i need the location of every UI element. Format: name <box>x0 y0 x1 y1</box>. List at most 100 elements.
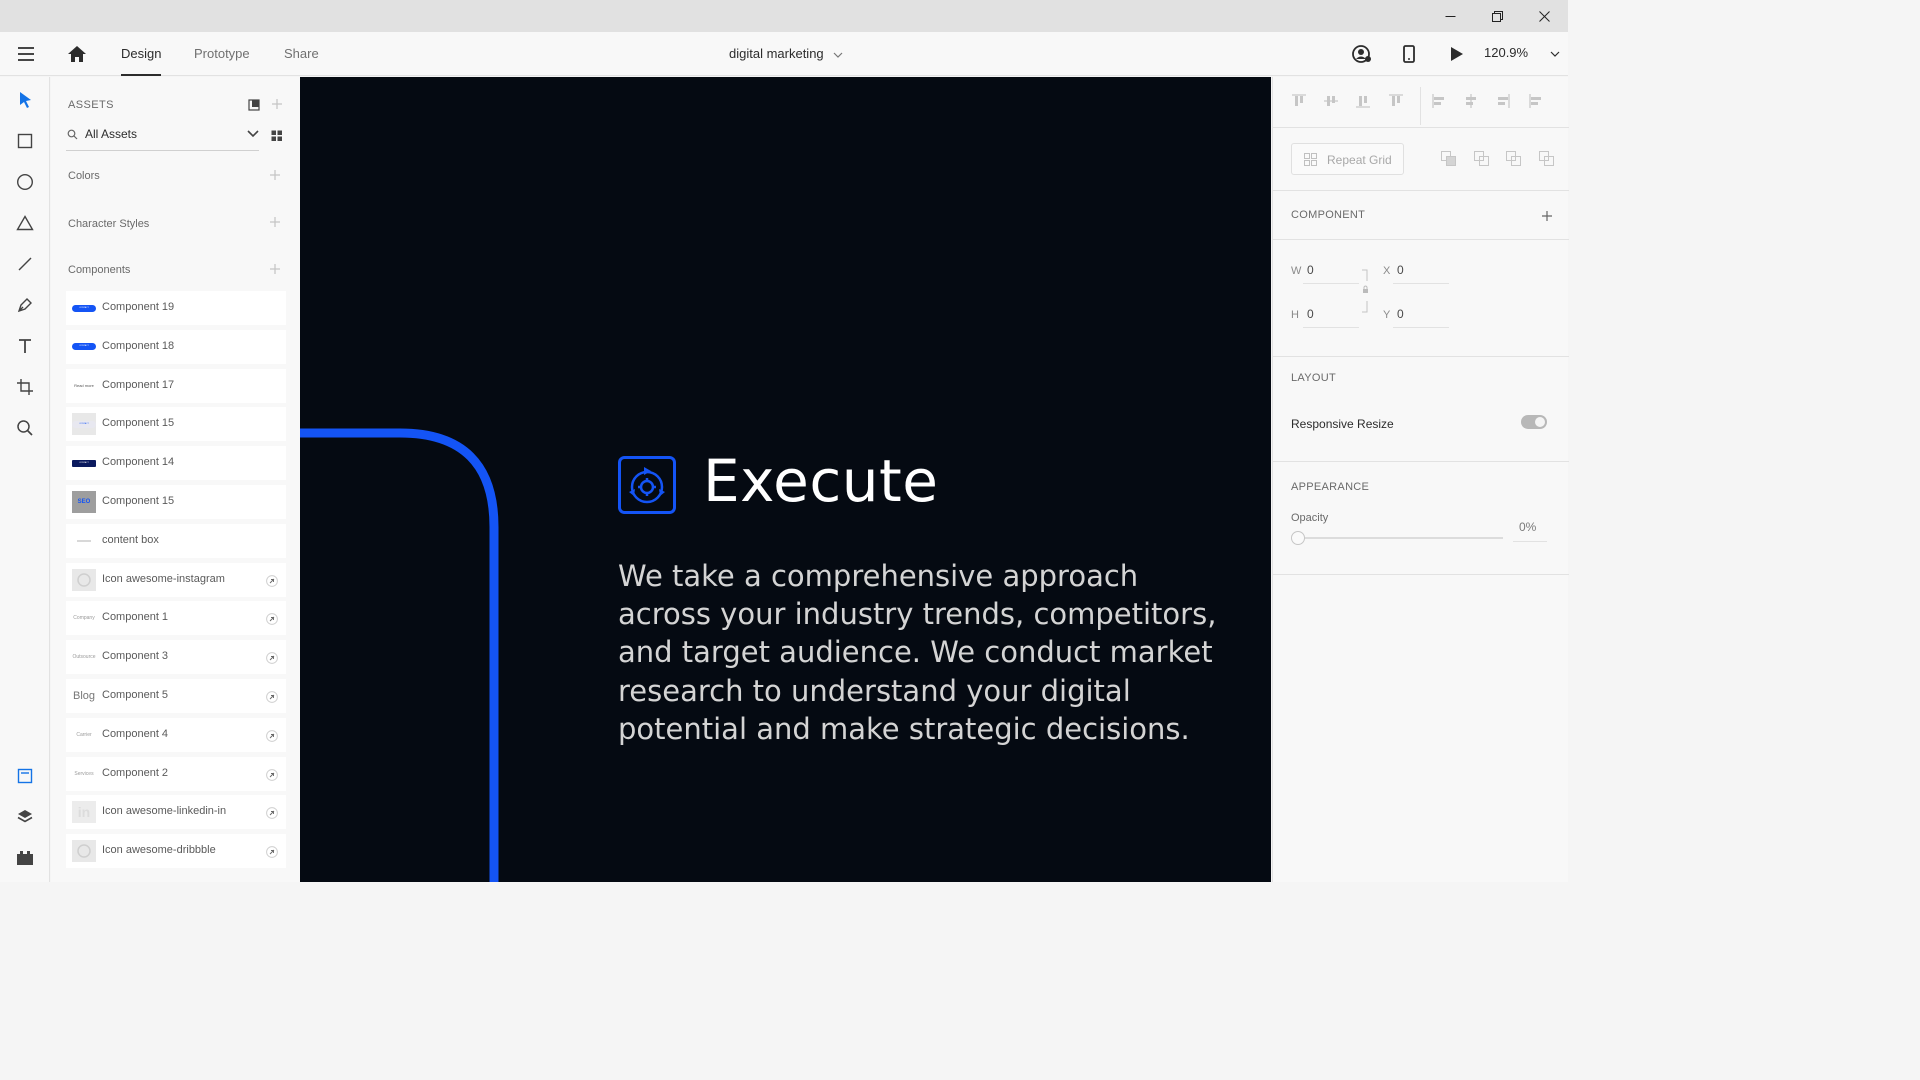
component-list-item[interactable]: CONTACT Component 18 <box>66 329 286 364</box>
artboard-tool[interactable] <box>12 374 38 400</box>
component-label: Component 2 <box>102 766 169 779</box>
intersect-shapes-button[interactable] <box>1506 151 1521 166</box>
add-asset-button[interactable] <box>271 98 283 110</box>
align-middle-button[interactable] <box>1323 93 1339 109</box>
home-icon <box>68 46 86 62</box>
component-list-item[interactable]: Icon awesome-instagram <box>66 562 286 597</box>
tab-design[interactable]: Design <box>121 32 162 76</box>
distribute-horizontal-button[interactable] <box>1528 93 1544 109</box>
height-field[interactable]: 0 <box>1307 307 1314 321</box>
component-list-item[interactable]: content box <box>66 523 286 558</box>
add-component-button[interactable] <box>269 263 281 275</box>
pointer-icon <box>20 92 31 108</box>
share-user-button[interactable] <box>1351 43 1373 65</box>
subtract-shapes-button[interactable] <box>1474 151 1489 166</box>
restore-button[interactable] <box>1474 0 1520 32</box>
document-title-dropdown[interactable]: digital marketing <box>729 46 843 61</box>
grid-view-toggle[interactable] <box>271 129 283 141</box>
lock-aspect-toggle[interactable] <box>1361 269 1369 313</box>
component-thumbnail <box>72 840 96 863</box>
rectangle-tool[interactable] <box>12 128 38 154</box>
component-list-item[interactable]: Read more Component 17 <box>66 368 286 403</box>
asset-filter-dropdown[interactable]: All Assets <box>66 123 259 151</box>
hamburger-menu-button[interactable] <box>16 45 36 63</box>
execute-heading: Execute <box>703 447 939 515</box>
plus-icon <box>270 170 280 180</box>
link-icon[interactable] <box>266 806 278 820</box>
toggle-knob <box>1535 417 1545 427</box>
ellipse-tool[interactable] <box>12 169 38 195</box>
layers-panel-button[interactable] <box>12 804 38 830</box>
width-label: W <box>1291 265 1302 277</box>
slider-thumb[interactable] <box>1291 531 1305 545</box>
minimize-button[interactable] <box>1427 0 1473 32</box>
align-divider <box>1420 87 1421 125</box>
pen-tool[interactable] <box>12 292 38 318</box>
divider <box>1273 190 1569 191</box>
link-icon[interactable] <box>266 845 278 859</box>
repeat-grid-icon <box>1304 153 1317 166</box>
repeat-grid-button[interactable]: Repeat Grid <box>1291 143 1404 175</box>
align-top-button[interactable] <box>1291 93 1307 109</box>
add-character-style-button[interactable] <box>269 216 281 228</box>
artboard-canvas[interactable]: Execute We take a comprehensive approach… <box>300 77 1271 882</box>
device-preview-button[interactable] <box>1400 43 1418 65</box>
link-icon[interactable] <box>266 768 278 781</box>
component-list-item[interactable]: CONTACT Component 14 <box>66 446 286 481</box>
assets-panel-button[interactable] <box>12 763 38 789</box>
component-label: Component 3 <box>102 650 169 663</box>
select-tool[interactable] <box>12 87 38 113</box>
zoom-tool[interactable] <box>12 415 38 441</box>
component-thumbnail: Services <box>72 763 96 785</box>
component-list-item[interactable]: SEO Component 15 <box>66 485 286 519</box>
tab-prototype[interactable]: Prototype <box>194 32 250 76</box>
component-list-item[interactable]: Icon awesome-dribbble <box>66 834 286 869</box>
polygon-tool[interactable] <box>12 210 38 236</box>
add-shapes-button[interactable] <box>1441 151 1456 166</box>
align-left-button[interactable] <box>1431 93 1447 109</box>
link-icon[interactable] <box>266 612 278 626</box>
component-list-item[interactable]: Blog Component 5 <box>66 679 286 713</box>
line-tool[interactable] <box>12 251 38 277</box>
colors-section-label: Colors <box>68 170 100 182</box>
component-thumbnail: Company <box>72 607 96 629</box>
play-preview-button[interactable] <box>1446 44 1466 64</box>
component-list-item[interactable]: Outsource Component 3 <box>66 640 286 675</box>
add-component-state-button[interactable] <box>1541 209 1553 221</box>
link-icon[interactable] <box>266 729 278 742</box>
responsive-resize-toggle[interactable] <box>1521 415 1547 429</box>
link-icon[interactable] <box>266 574 278 587</box>
opacity-slider[interactable] <box>1291 531 1503 545</box>
component-thumbnail: Blog <box>72 685 96 707</box>
align-center-button[interactable] <box>1463 93 1479 109</box>
component-list-item[interactable]: CONTACT Component 19 <box>66 291 286 325</box>
component-list-item[interactable]: Carrier Component 4 <box>66 717 286 752</box>
y-field[interactable]: 0 <box>1397 307 1404 321</box>
opacity-value[interactable]: 0% <box>1519 520 1536 534</box>
align-bottom-button[interactable] <box>1355 93 1371 109</box>
component-list-item[interactable]: CONTACT Component 15 <box>66 407 286 442</box>
distribute-vertical-button[interactable] <box>1388 93 1404 109</box>
plugins-panel-button[interactable] <box>12 845 38 871</box>
home-button[interactable] <box>66 44 88 64</box>
text-tool[interactable] <box>12 333 38 359</box>
component-list-item[interactable]: Services Component 2 <box>66 756 286 791</box>
component-list-item[interactable]: Company Component 1 <box>66 601 286 636</box>
close-button[interactable] <box>1521 0 1567 32</box>
export-assets-button[interactable] <box>248 98 260 111</box>
add-color-button[interactable] <box>269 169 281 181</box>
component-thumbnail: CONTACT <box>72 413 96 436</box>
grid-view-icon <box>271 130 282 141</box>
tab-share[interactable]: Share <box>284 32 319 76</box>
responsive-resize-label: Responsive Resize <box>1291 417 1394 431</box>
width-field[interactable]: 0 <box>1307 263 1314 277</box>
component-list-item[interactable]: in Icon awesome-linkedin-in <box>66 795 286 830</box>
component-label: Component 5 <box>102 689 169 701</box>
exclude-overlap-button[interactable] <box>1539 151 1554 166</box>
link-icon[interactable] <box>266 690 278 703</box>
link-icon[interactable] <box>266 651 278 665</box>
x-field[interactable]: 0 <box>1397 263 1404 277</box>
zoom-dropdown[interactable]: 120.9% <box>1484 45 1560 60</box>
divider <box>1273 356 1569 357</box>
align-right-button[interactable] <box>1495 93 1511 109</box>
